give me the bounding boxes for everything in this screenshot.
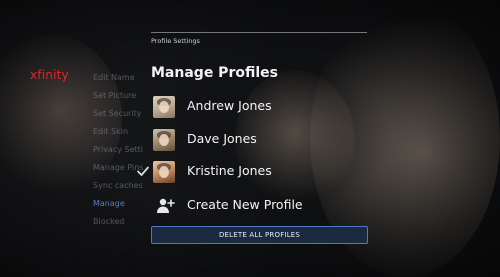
profile-name: Andrew Jones	[187, 98, 272, 113]
menu-item-set-picture[interactable]: Set Picture	[93, 87, 143, 105]
page-title: Manage Profiles	[151, 65, 278, 81]
menu-item-set-security[interactable]: Set Security	[93, 105, 143, 123]
checkmark-icon	[136, 163, 150, 177]
breadcrumb: Profile Settings	[151, 37, 200, 45]
profile-row-dave[interactable]: Dave Jones	[151, 129, 366, 153]
delete-all-profiles-label: DELETE ALL PROFILES	[218, 231, 301, 239]
avatar-dave-icon	[153, 129, 175, 151]
manage-profiles-panel: Profile Settings Manage Profiles Andrew …	[137, 30, 375, 250]
breadcrumb-divider	[151, 32, 367, 33]
delete-all-profiles-button[interactable]: DELETE ALL PROFILES	[151, 226, 368, 244]
create-new-profile-label: Create New Profile	[187, 197, 303, 212]
menu-item-edit-name[interactable]: Edit Name	[93, 69, 143, 87]
menu-item-blocked[interactable]: Blocked	[93, 213, 143, 231]
add-user-icon	[154, 195, 176, 217]
menu-item-edit-skin[interactable]: Edit Skin	[93, 123, 143, 141]
avatar-kristine-icon	[153, 161, 175, 183]
profile-row-kristine[interactable]: Kristine Jones	[137, 161, 366, 185]
menu-item-sync[interactable]: Sync caches	[93, 177, 143, 195]
profile-name: Dave Jones	[187, 131, 257, 146]
avatar-andrew-icon	[153, 96, 175, 118]
profile-name: Kristine Jones	[187, 163, 272, 178]
create-new-profile-button[interactable]: Create New Profile	[151, 195, 366, 217]
menu-item-privacy[interactable]: Privacy Settings	[93, 141, 143, 159]
profile-row-andrew[interactable]: Andrew Jones	[151, 96, 366, 120]
xfinity-logo: xfinity	[30, 68, 69, 82]
menu-item-manage-profiles[interactable]: Manage	[93, 195, 143, 213]
settings-side-menu: Edit Name Set Picture Set Security Edit …	[93, 69, 143, 231]
